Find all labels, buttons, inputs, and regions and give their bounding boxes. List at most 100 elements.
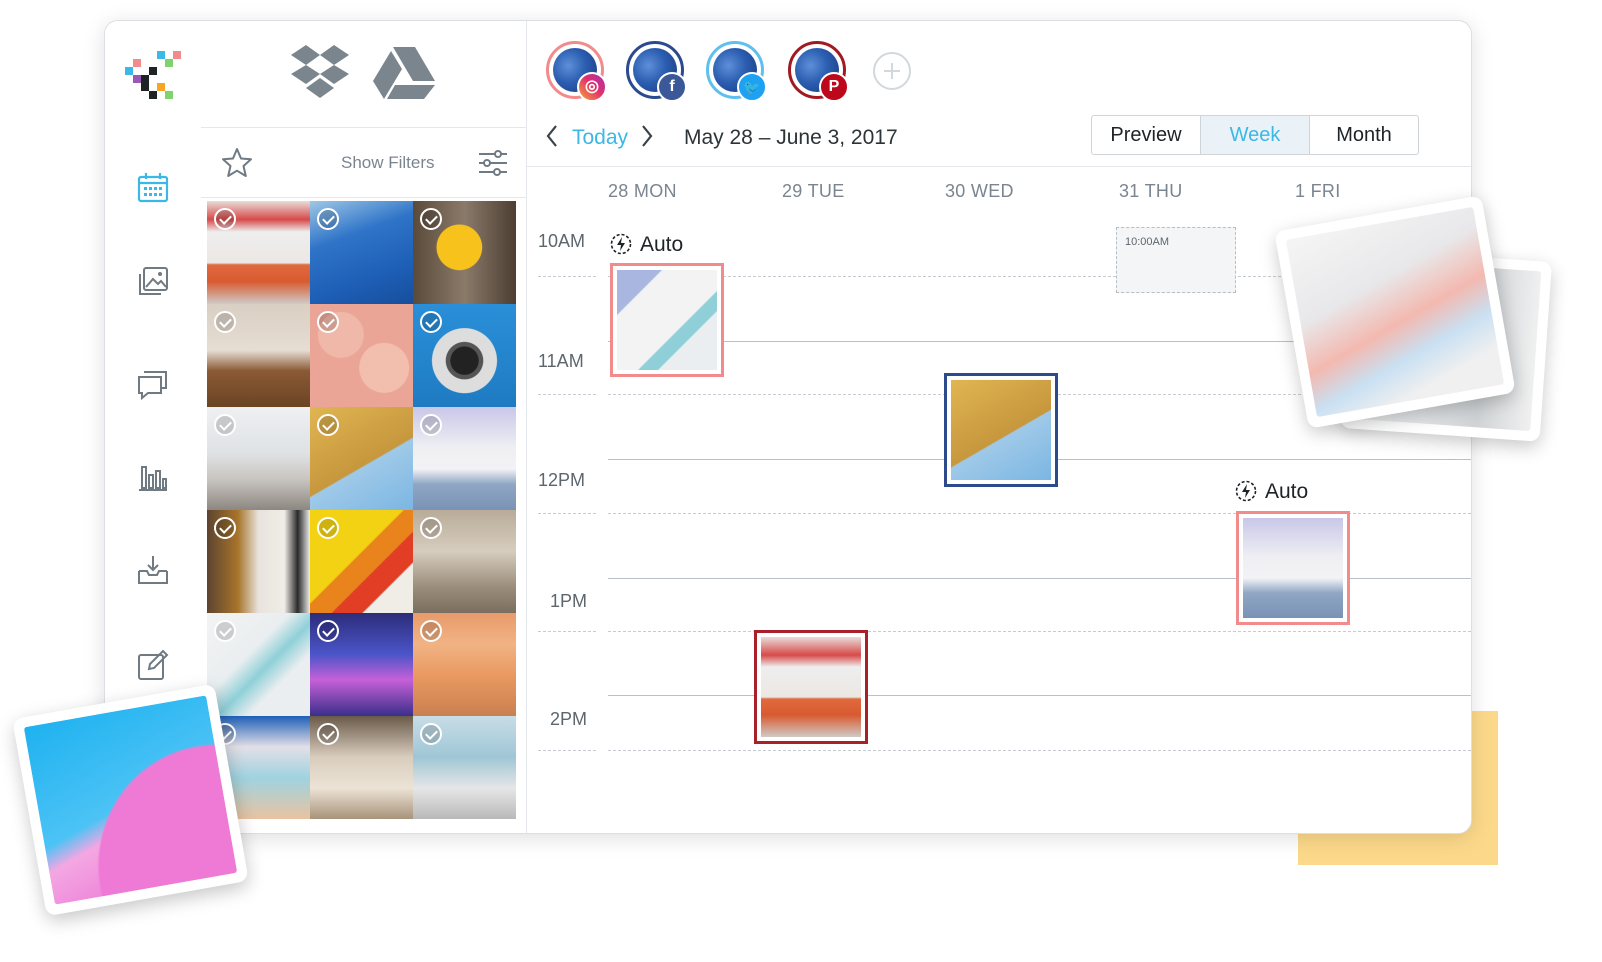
add-profile-icon[interactable] — [872, 51, 912, 91]
date-range: May 28 – June 3, 2017 — [684, 126, 898, 149]
check-icon[interactable] — [420, 208, 442, 230]
check-icon[interactable] — [420, 620, 442, 642]
scheduled-post-instagram[interactable] — [1236, 511, 1350, 625]
media-thumb-gallery[interactable] — [207, 304, 310, 407]
scheduled-post-facebook[interactable] — [944, 373, 1058, 487]
media-thumb-ceiling[interactable] — [310, 407, 413, 510]
view-preview-button[interactable]: Preview — [1092, 116, 1201, 154]
edit-icon[interactable] — [136, 648, 170, 682]
app-window: Show Filters ◎ f 🐦 P Today May 28 – June… — [104, 20, 1472, 834]
filter-settings-icon[interactable] — [478, 149, 508, 177]
dropbox-icon[interactable] — [289, 43, 351, 101]
floating-photo-abstract — [12, 683, 249, 917]
filter-bar: Show Filters — [201, 127, 526, 198]
grid-line — [538, 513, 596, 514]
view-month-button[interactable]: Month — [1310, 116, 1418, 154]
day-header: 30 WED — [945, 181, 1014, 201]
auto-schedule-label: Auto — [610, 233, 683, 257]
inbox-icon[interactable] — [136, 553, 170, 587]
time-label: 12PM — [538, 470, 586, 490]
today-button[interactable]: Today — [572, 126, 628, 150]
placeholder-time: 10:00AM — [1125, 236, 1170, 248]
grid-line — [608, 750, 1471, 751]
calendar-icon[interactable] — [136, 171, 170, 205]
view-toggle: Preview Week Month — [1091, 115, 1419, 155]
media-thumb-smiley[interactable] — [413, 201, 516, 304]
profile-facebook[interactable]: f — [626, 41, 687, 102]
media-thumb-mural[interactable] — [413, 716, 516, 819]
time-label: 11AM — [538, 351, 584, 371]
media-thumb-building[interactable] — [413, 613, 516, 716]
social-profiles: ◎ f 🐦 P — [526, 21, 926, 111]
view-week-button[interactable]: Week — [1201, 116, 1310, 154]
analytics-icon[interactable] — [136, 459, 170, 493]
auto-publish-icon — [1235, 480, 1257, 502]
check-icon[interactable] — [214, 208, 236, 230]
check-icon[interactable] — [317, 414, 339, 436]
google-drive-icon[interactable] — [373, 45, 435, 99]
check-icon[interactable] — [214, 414, 236, 436]
grid-line — [538, 631, 596, 632]
check-icon[interactable] — [420, 723, 442, 745]
divider — [526, 166, 1471, 167]
check-icon[interactable] — [214, 311, 236, 333]
media-library-icon[interactable] — [136, 265, 170, 299]
time-label: 10AM — [538, 231, 586, 251]
check-icon[interactable] — [420, 311, 442, 333]
calendar-nav: Today May 28 – June 3, 2017 Preview Week… — [526, 115, 1471, 167]
day-header: 28 MON — [608, 181, 677, 201]
show-filters-button[interactable]: Show Filters — [341, 153, 435, 173]
check-icon[interactable] — [420, 414, 442, 436]
auto-schedule-label: Auto — [1235, 480, 1308, 504]
media-library-panel: Show Filters — [201, 21, 527, 833]
time-label: 1PM — [550, 591, 588, 611]
star-icon[interactable] — [221, 147, 253, 179]
media-thumb-pink-plates[interactable] — [310, 304, 413, 407]
media-thumb-blue-pool[interactable] — [310, 201, 413, 304]
check-icon[interactable] — [317, 208, 339, 230]
profile-twitter[interactable]: 🐦 — [706, 41, 767, 102]
media-thumb-painting[interactable] — [207, 510, 310, 613]
media-thumb-white-chairs[interactable] — [207, 407, 310, 510]
check-icon[interactable] — [214, 517, 236, 539]
check-icon[interactable] — [317, 311, 339, 333]
media-thumb-yellow-wall[interactable] — [310, 510, 413, 613]
profile-instagram[interactable]: ◎ — [546, 41, 607, 102]
auto-publish-icon — [610, 233, 632, 255]
media-thumb-hands-crafting[interactable] — [207, 613, 310, 716]
grid-line — [538, 276, 596, 277]
check-icon[interactable] — [317, 517, 339, 539]
scheduled-post-instagram[interactable] — [610, 263, 724, 377]
auto-label: Auto — [640, 233, 684, 256]
chevron-left-icon[interactable] — [544, 123, 560, 149]
calendar-panel: ◎ f 🐦 P Today May 28 – June 3, 2017 Prev… — [526, 21, 1471, 833]
twitter-icon: 🐦 — [737, 72, 767, 102]
day-header: 29 TUE — [782, 181, 845, 201]
check-icon[interactable] — [317, 723, 339, 745]
check-icon[interactable] — [214, 620, 236, 642]
media-thumb-woman-sitting[interactable] — [413, 510, 516, 613]
scheduled-post-pinterest[interactable] — [754, 630, 868, 744]
chevron-right-icon[interactable] — [639, 123, 655, 149]
floating-photo-gallery — [1274, 195, 1516, 429]
media-thumb-neon-hall[interactable] — [310, 613, 413, 716]
media-thumb-woman-book[interactable] — [413, 407, 516, 510]
time-slot-placeholder[interactable]: 10:00AM — [1116, 227, 1236, 293]
day-header: 1 FRI — [1295, 181, 1341, 201]
pinterest-icon: P — [819, 72, 849, 102]
check-icon[interactable] — [317, 620, 339, 642]
media-thumb-camera[interactable] — [413, 304, 516, 407]
grid-line — [608, 631, 1471, 632]
instagram-icon: ◎ — [577, 72, 607, 102]
media-thumb-woman-gallery[interactable] — [310, 716, 413, 819]
time-label: 2PM — [550, 709, 588, 729]
conversations-icon[interactable] — [136, 368, 170, 402]
cloud-sources-bar — [201, 21, 526, 128]
day-header: 31 THU — [1119, 181, 1183, 201]
grid-line — [538, 394, 596, 395]
app-logo — [125, 51, 181, 99]
profile-pinterest[interactable]: P — [788, 41, 849, 102]
check-icon[interactable] — [420, 517, 442, 539]
media-thumb-car[interactable] — [207, 201, 310, 304]
grid-line — [538, 750, 596, 751]
